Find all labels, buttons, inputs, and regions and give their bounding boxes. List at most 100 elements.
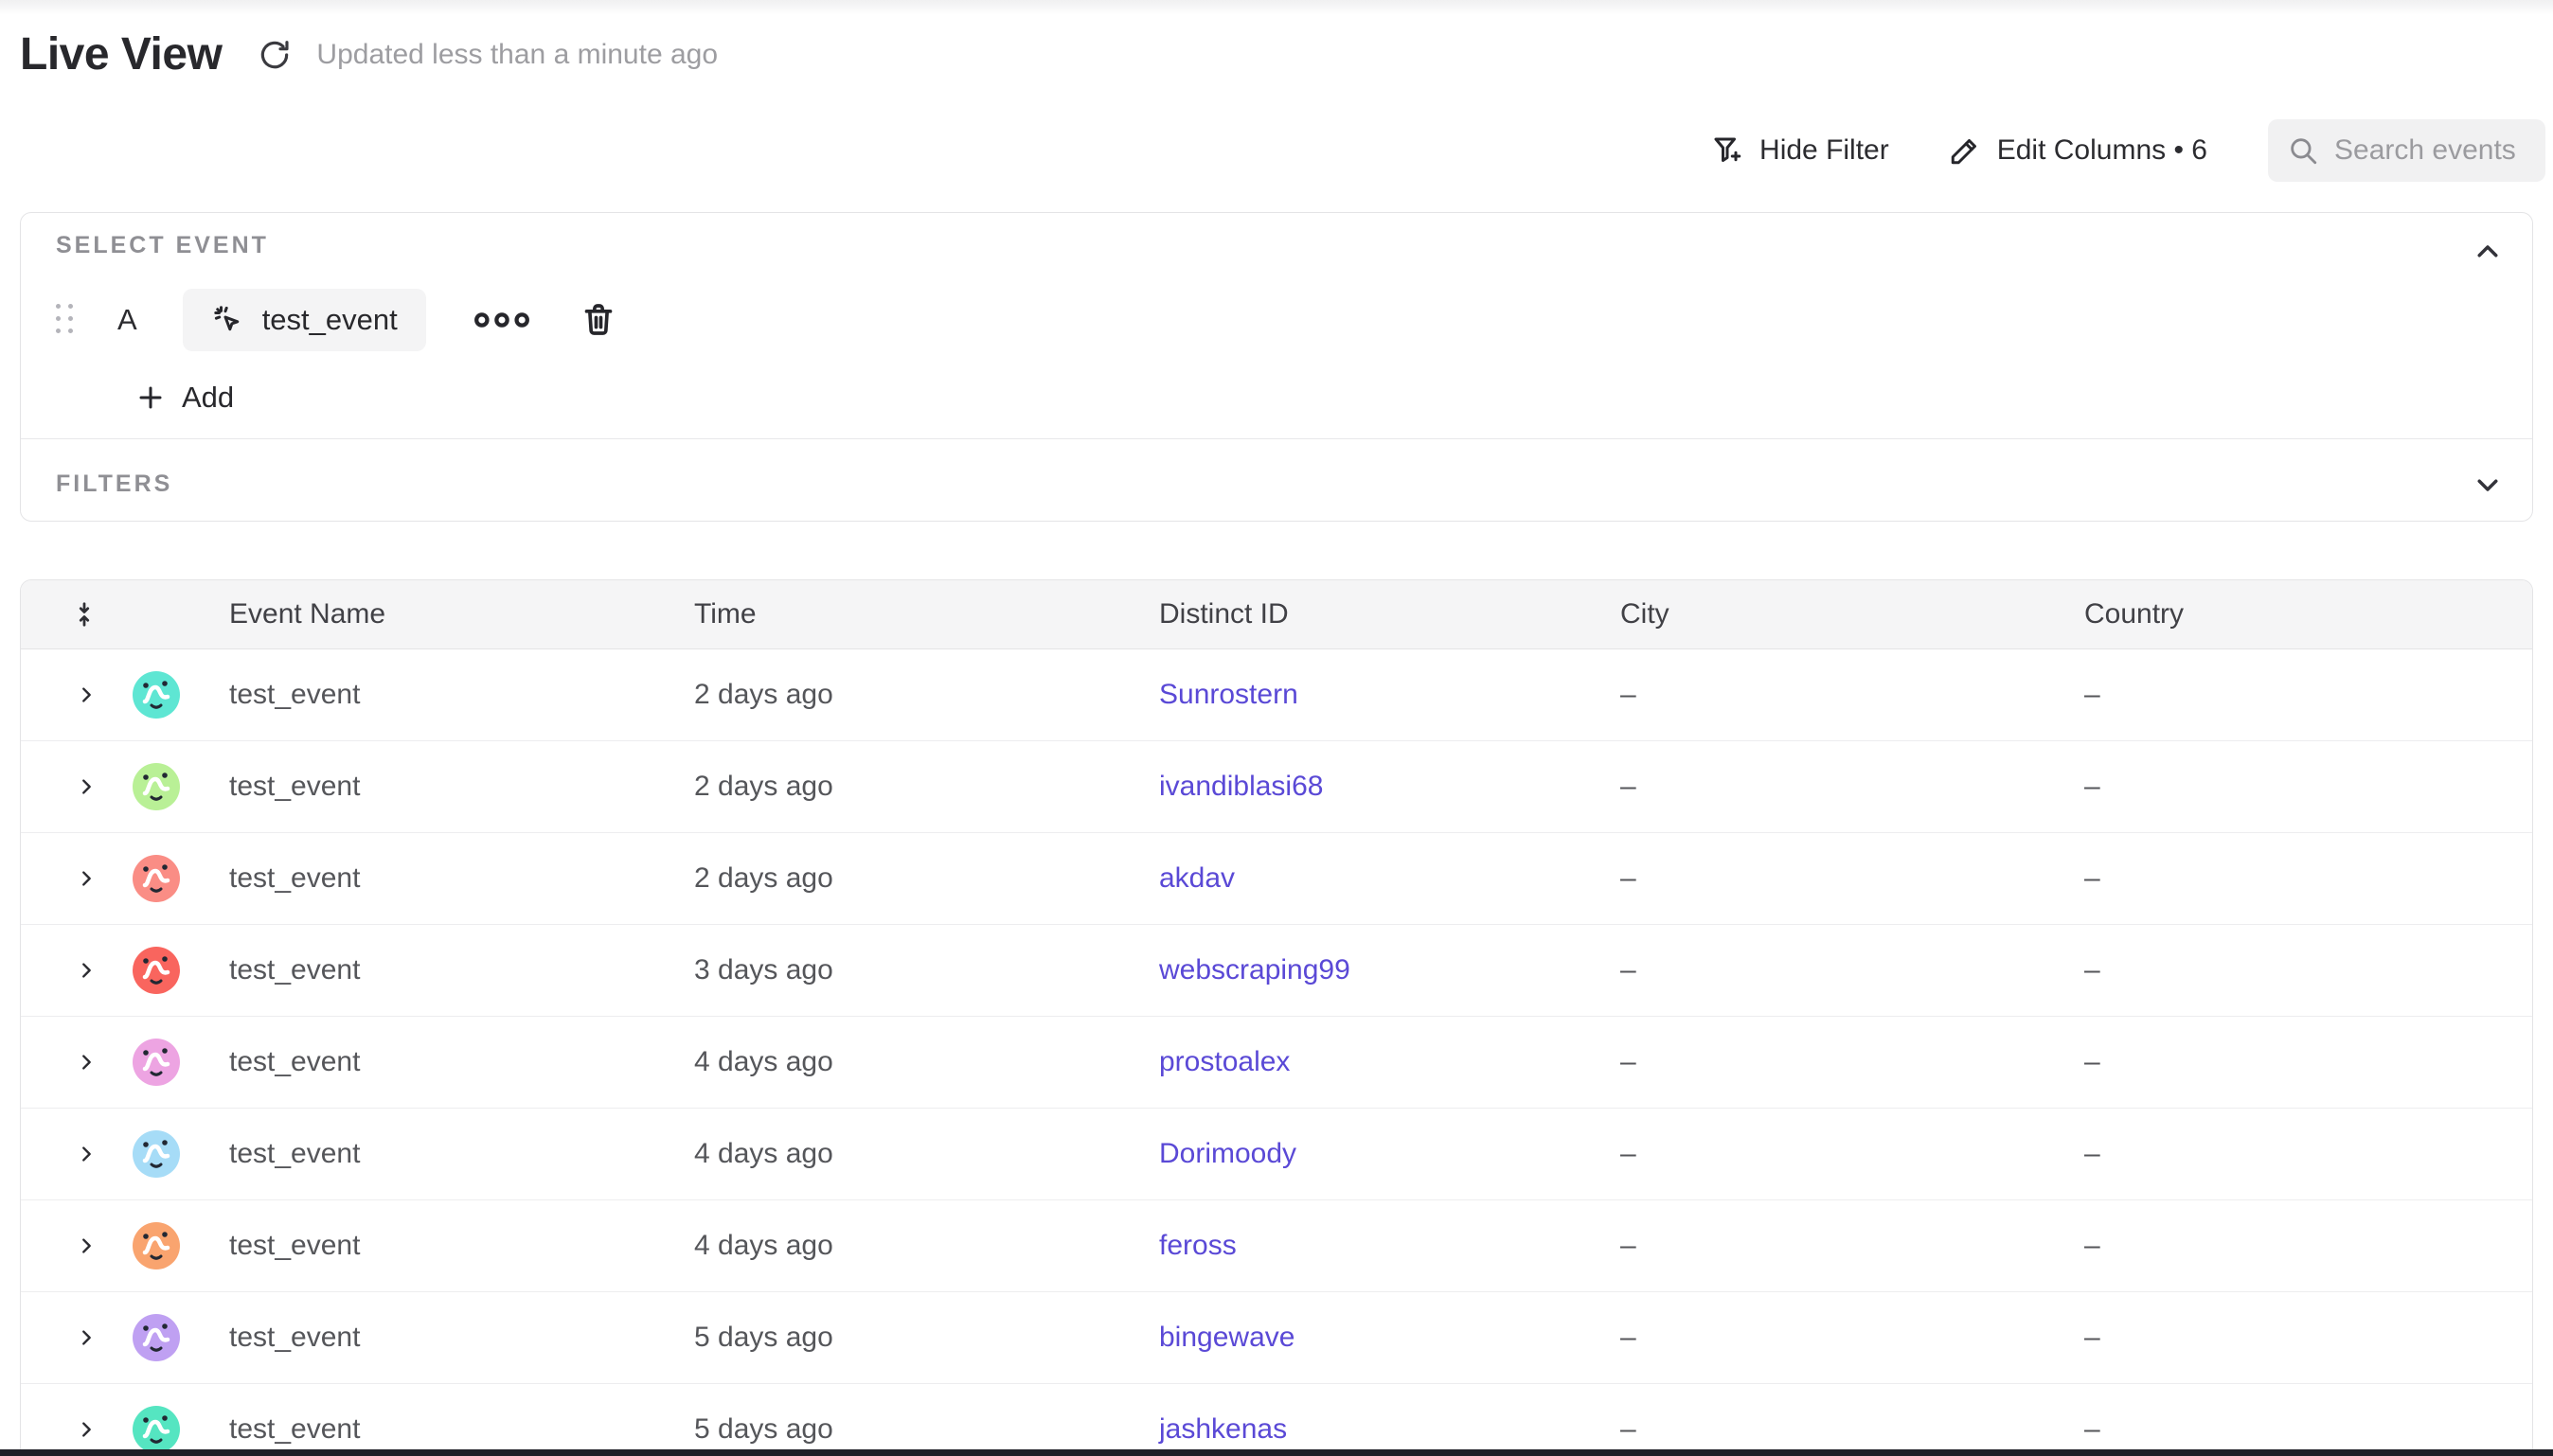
time-cell: 2 days ago — [694, 862, 1159, 895]
expand-filters-button[interactable] — [2470, 467, 2506, 503]
country-cell: – — [2084, 1322, 2532, 1354]
refresh-icon — [257, 37, 293, 73]
avatar-face-icon — [133, 1314, 180, 1361]
table-row[interactable]: test_event 3 days ago webscraping99 – – — [21, 925, 2532, 1017]
column-header-city[interactable]: City — [1620, 598, 2084, 630]
expand-row-chevron[interactable] — [70, 1322, 102, 1354]
table-row[interactable]: test_event 4 days ago feross – – — [21, 1200, 2532, 1292]
event-options-button[interactable] — [473, 310, 530, 330]
event-letter: A — [117, 303, 137, 337]
time-cell: 2 days ago — [694, 771, 1159, 803]
expand-row-chevron[interactable] — [70, 1230, 102, 1262]
refresh-button[interactable] — [254, 34, 295, 76]
event-name-cell: test_event — [229, 1322, 694, 1354]
hide-filter-label: Hide Filter — [1759, 134, 1889, 167]
row-lead-cell — [21, 671, 229, 719]
collapse-select-event-button[interactable] — [2470, 234, 2506, 270]
search-box[interactable] — [2268, 119, 2545, 182]
table-row[interactable]: test_event 2 days ago ivandiblasi68 – – — [21, 741, 2532, 833]
country-cell: – — [2084, 679, 2532, 711]
filter-plus-icon — [1710, 133, 1744, 168]
trash-icon — [580, 301, 617, 339]
distinct-id-link[interactable]: akdav — [1159, 862, 1235, 894]
expand-row-chevron[interactable] — [70, 1413, 102, 1446]
expand-row-chevron[interactable] — [70, 954, 102, 986]
edit-columns-button[interactable]: Edit Columns • 6 — [1948, 133, 2207, 168]
city-cell: – — [1620, 862, 2084, 895]
updated-timestamp: Updated less than a minute ago — [316, 39, 718, 71]
expand-row-chevron[interactable] — [70, 679, 102, 711]
expand-row-chevron[interactable] — [70, 1138, 102, 1170]
expand-row-chevron[interactable] — [70, 771, 102, 803]
row-lead-cell — [21, 1130, 229, 1178]
country-cell: – — [2084, 1413, 2532, 1446]
distinct-id-link[interactable]: prostoalex — [1159, 1046, 1290, 1077]
table-row[interactable]: test_event 2 days ago akdav – – — [21, 833, 2532, 925]
chevron-right-icon — [76, 1327, 97, 1348]
chevron-right-icon — [76, 1144, 97, 1164]
event-name-label: test_event — [262, 303, 398, 337]
hide-filter-button[interactable]: Hide Filter — [1710, 133, 1889, 168]
chevron-right-icon — [76, 1052, 97, 1073]
section-divider — [21, 438, 2532, 439]
city-cell: – — [1620, 1138, 2084, 1170]
row-lead-cell — [21, 1222, 229, 1270]
distinct-id-link[interactable]: feross — [1159, 1230, 1237, 1261]
avatar — [133, 1222, 180, 1270]
distinct-id-link[interactable]: jashkenas — [1159, 1413, 1287, 1445]
search-icon — [2287, 134, 2319, 167]
distinct-id-link[interactable]: bingewave — [1159, 1322, 1294, 1353]
country-cell: – — [2084, 1138, 2532, 1170]
city-cell: – — [1620, 954, 2084, 986]
avatar — [133, 855, 180, 902]
avatar — [133, 671, 180, 719]
avatar-face-icon — [133, 1406, 180, 1449]
event-name-cell: test_event — [229, 679, 694, 711]
event-name-cell: test_event — [229, 1413, 694, 1446]
table-row[interactable]: test_event 2 days ago Sunrostern – – — [21, 649, 2532, 741]
table-row[interactable]: test_event 5 days ago bingewave – – — [21, 1292, 2532, 1384]
chevron-right-icon — [76, 1419, 97, 1440]
expand-row-chevron[interactable] — [70, 1046, 102, 1078]
page-header: Live View Updated less than a minute ago — [20, 28, 718, 80]
table-header-row: Event Name Time Distinct ID City Country — [21, 580, 2532, 649]
city-cell: – — [1620, 1046, 2084, 1078]
delete-event-button[interactable] — [580, 301, 617, 339]
cursor-click-icon — [211, 303, 245, 337]
query-builder-card: SELECT EVENT A test_event — [20, 212, 2533, 522]
collapse-rows-button[interactable] — [21, 600, 229, 629]
search-input[interactable] — [2334, 134, 2526, 167]
drag-handle[interactable] — [56, 304, 76, 336]
distinct-id-link[interactable]: webscraping99 — [1159, 954, 1350, 985]
top-fade-divider — [0, 0, 2553, 15]
avatar-face-icon — [133, 855, 180, 902]
chevron-right-icon — [76, 776, 97, 797]
distinct-id-link[interactable]: Sunrostern — [1159, 679, 1298, 710]
column-header-distinct-id[interactable]: Distinct ID — [1159, 598, 1620, 630]
time-cell: 5 days ago — [694, 1413, 1159, 1446]
chevron-right-icon — [76, 684, 97, 705]
table-row[interactable]: test_event 5 days ago jashkenas – – — [21, 1384, 2532, 1449]
distinct-id-link[interactable]: ivandiblasi68 — [1159, 771, 1323, 802]
event-name-cell: test_event — [229, 862, 694, 895]
add-event-button[interactable]: Add — [136, 366, 234, 429]
column-header-time[interactable]: Time — [694, 598, 1159, 630]
avatar-face-icon — [133, 947, 180, 994]
city-cell: – — [1620, 771, 2084, 803]
row-lead-cell — [21, 855, 229, 902]
add-label: Add — [182, 381, 234, 415]
distinct-id-link[interactable]: Dorimoody — [1159, 1138, 1296, 1169]
edit-columns-label: Edit Columns • 6 — [1997, 134, 2207, 167]
row-lead-cell — [21, 1314, 229, 1361]
toolbar: Hide Filter Edit Columns • 6 — [1710, 119, 2545, 182]
avatar — [133, 947, 180, 994]
event-select-button[interactable]: test_event — [183, 289, 426, 351]
column-header-country[interactable]: Country — [2084, 598, 2532, 630]
table-row[interactable]: test_event 4 days ago prostoalex – – — [21, 1017, 2532, 1109]
city-cell: – — [1620, 1230, 2084, 1262]
time-cell: 5 days ago — [694, 1322, 1159, 1354]
table-row[interactable]: test_event 4 days ago Dorimoody – – — [21, 1109, 2532, 1200]
column-header-event-name[interactable]: Event Name — [229, 598, 694, 630]
expand-row-chevron[interactable] — [70, 862, 102, 895]
time-cell: 4 days ago — [694, 1230, 1159, 1262]
